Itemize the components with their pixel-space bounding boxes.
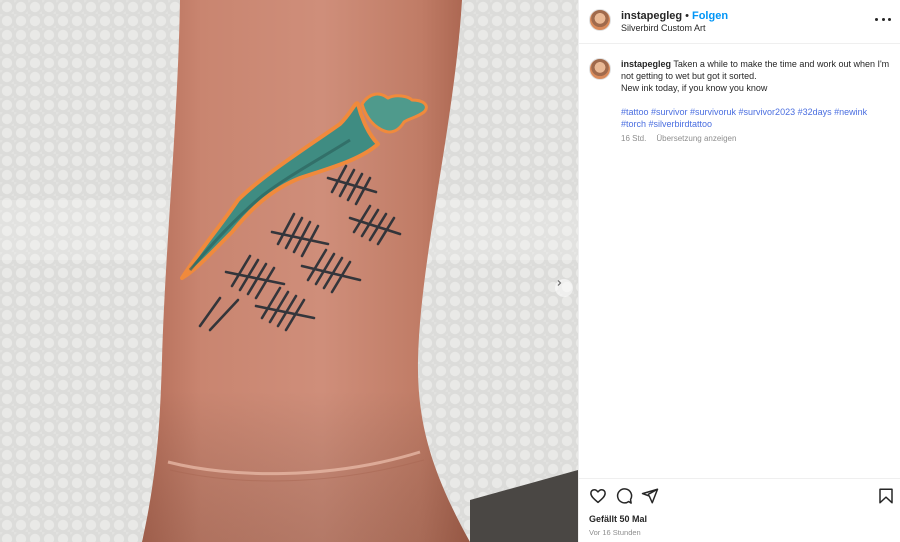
post-image bbox=[0, 0, 578, 542]
likes-count[interactable]: Gefällt 50 Mal bbox=[589, 514, 647, 524]
heart-icon[interactable] bbox=[589, 487, 607, 505]
avatar[interactable] bbox=[589, 58, 611, 80]
caption-body: instapegleg Taken a while to make the ti… bbox=[621, 58, 893, 145]
comment-meta: 16 Std. Übersetzung anzeigen bbox=[621, 133, 893, 145]
chevron-right-icon bbox=[557, 280, 562, 286]
separator-dot: • bbox=[685, 10, 689, 22]
post-side-panel: instapegleg • Folgen Silverbird Custom Art… bbox=[578, 0, 900, 542]
follow-button[interactable]: Folgen bbox=[692, 10, 728, 22]
translate-button[interactable]: Übersetzung anzeigen bbox=[656, 134, 736, 143]
more-dot bbox=[875, 17, 878, 21]
location-link[interactable]: Silverbird Custom Art bbox=[621, 23, 706, 33]
comment-icon[interactable] bbox=[615, 487, 633, 505]
caption-username[interactable]: instapegleg bbox=[621, 59, 671, 69]
username-link[interactable]: instapegleg bbox=[621, 10, 682, 22]
bookmark-icon[interactable] bbox=[877, 487, 895, 505]
next-image-button[interactable] bbox=[555, 279, 573, 297]
share-icon[interactable] bbox=[641, 487, 659, 505]
more-dot bbox=[881, 17, 885, 21]
comment-time: 16 Std. bbox=[621, 134, 647, 143]
caption-line-2: New ink today, if you know you know bbox=[621, 83, 768, 93]
post-timestamp: Vor 16 Stunden bbox=[589, 528, 641, 537]
action-bar bbox=[579, 478, 900, 508]
header-user-line: instapegleg • Folgen bbox=[621, 10, 728, 22]
tattoo-photo bbox=[0, 0, 578, 542]
post-header: instapegleg • Folgen Silverbird Custom Art bbox=[579, 0, 900, 44]
more-dot bbox=[888, 17, 891, 21]
more-options-icon[interactable] bbox=[875, 14, 891, 24]
hashtags[interactable]: #tattoo #survivor #survivoruk #survivor2… bbox=[621, 106, 893, 130]
avatar[interactable] bbox=[589, 9, 611, 31]
